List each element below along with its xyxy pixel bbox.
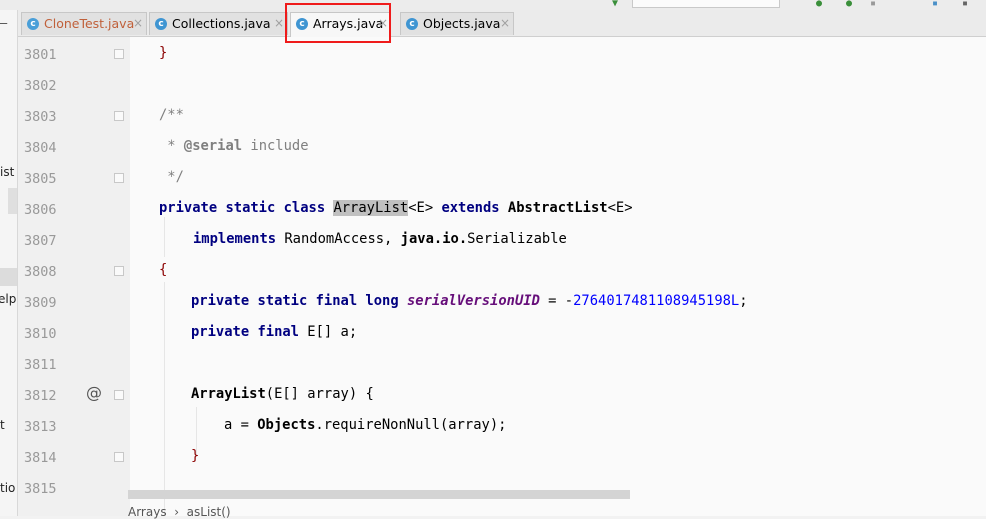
fold-marker-icon[interactable] xyxy=(114,49,124,59)
stop-icon[interactable]: ▪ xyxy=(870,0,876,9)
collapse-icon[interactable]: – xyxy=(0,16,7,30)
java-class-icon: c xyxy=(27,18,39,30)
line-number: 3801 xyxy=(24,47,57,63)
project-panel-edge: – ist elp t tio xyxy=(0,10,18,516)
breadcrumb-separator: › xyxy=(174,505,180,519)
code-line: private final E[] a; xyxy=(191,324,358,340)
fold-marker-icon[interactable] xyxy=(114,111,124,121)
tree-item-fragment[interactable]: t xyxy=(0,418,5,432)
code-line: private static final long serialVersionU… xyxy=(191,293,748,309)
tree-selection xyxy=(0,268,17,286)
indent-guide xyxy=(164,282,165,516)
fold-marker-icon[interactable] xyxy=(114,390,124,400)
tree-selection xyxy=(8,188,17,214)
line-number: 3811 xyxy=(24,357,57,373)
breadcrumb-item[interactable]: asList() xyxy=(187,505,231,519)
tab-clonetest[interactable]: c CloneTest.java × xyxy=(21,12,147,35)
code-line: * @serial include xyxy=(159,138,309,154)
code-line: { xyxy=(159,262,168,278)
line-number: 3809 xyxy=(24,295,57,311)
run-config-select[interactable] xyxy=(632,0,780,8)
line-number: 3804 xyxy=(24,140,57,156)
fold-marker-icon[interactable] xyxy=(114,173,124,183)
line-number: 3807 xyxy=(24,233,57,249)
debug-icon[interactable]: ● xyxy=(816,0,822,9)
line-number: 3815 xyxy=(24,481,57,497)
highlight-box xyxy=(285,3,391,43)
code-area[interactable]: } /** * @serial include */ private stati… xyxy=(130,37,986,516)
fold-marker-icon[interactable] xyxy=(114,266,124,276)
code-line: a = Objects.requireNonNull(array); xyxy=(224,417,507,433)
line-number: 3814 xyxy=(24,450,57,466)
line-number: 3813 xyxy=(24,419,57,435)
toolbar-icon[interactable]: ▪ xyxy=(962,0,968,9)
coverage-icon[interactable]: ● xyxy=(846,0,852,9)
java-class-icon: c xyxy=(406,18,418,30)
code-editor[interactable]: 3801 3802 3803 3804 3805 3806 3807 3808 … xyxy=(18,37,986,516)
code-line: ArrayList(E[] array) { xyxy=(191,386,374,402)
code-line: private static class ArrayList<E> extend… xyxy=(159,200,633,216)
indent-guide xyxy=(164,217,165,257)
code-line: } xyxy=(159,45,168,61)
code-line: implements RandomAccess, java.io.Seriali… xyxy=(193,231,567,247)
code-line: */ xyxy=(159,169,184,185)
override-annotation-icon[interactable]: @ xyxy=(86,383,102,402)
breadcrumb-item[interactable]: Arrays xyxy=(128,505,167,519)
line-number: 3806 xyxy=(24,202,57,218)
line-number: 3802 xyxy=(24,78,57,94)
tree-item-fragment[interactable]: tio xyxy=(0,481,15,495)
line-number: 3808 xyxy=(24,264,57,280)
toolbar-icon[interactable]: ▪ xyxy=(932,0,938,9)
tree-item-fragment[interactable]: elp xyxy=(0,292,16,306)
line-number: 3812 xyxy=(24,388,57,404)
line-number: 3803 xyxy=(24,109,57,125)
top-toolbar-strip: ▼ ● ● ▪ ▪ ▪ xyxy=(0,0,986,10)
tab-label: CloneTest.java xyxy=(44,16,135,31)
editor-tab-bar: c CloneTest.java × c Collections.java × … xyxy=(18,10,986,37)
close-icon[interactable]: × xyxy=(133,13,143,34)
tab-collections[interactable]: c Collections.java × xyxy=(149,12,288,35)
tab-label: Collections.java xyxy=(172,16,271,31)
breadcrumb: Arrays › asList() xyxy=(128,505,231,519)
code-line: } xyxy=(191,448,200,464)
tab-label: Objects.java xyxy=(423,16,501,31)
editor-gutter: 3801 3802 3803 3804 3805 3806 3807 3808 … xyxy=(18,37,130,516)
selected-identifier: ArrayList xyxy=(333,200,409,216)
code-line: /** xyxy=(159,107,184,123)
tree-item-fragment[interactable]: ist xyxy=(0,165,14,179)
run-icon[interactable]: ▼ xyxy=(612,0,618,9)
fold-marker-icon[interactable] xyxy=(114,452,124,462)
close-icon[interactable]: × xyxy=(274,13,284,34)
java-class-icon: c xyxy=(155,18,167,30)
horizontal-scrollbar[interactable] xyxy=(128,490,630,499)
tab-objects[interactable]: c Objects.java × xyxy=(400,12,514,35)
close-icon[interactable]: × xyxy=(500,13,510,34)
line-number: 3810 xyxy=(24,326,57,342)
line-number: 3805 xyxy=(24,171,57,187)
